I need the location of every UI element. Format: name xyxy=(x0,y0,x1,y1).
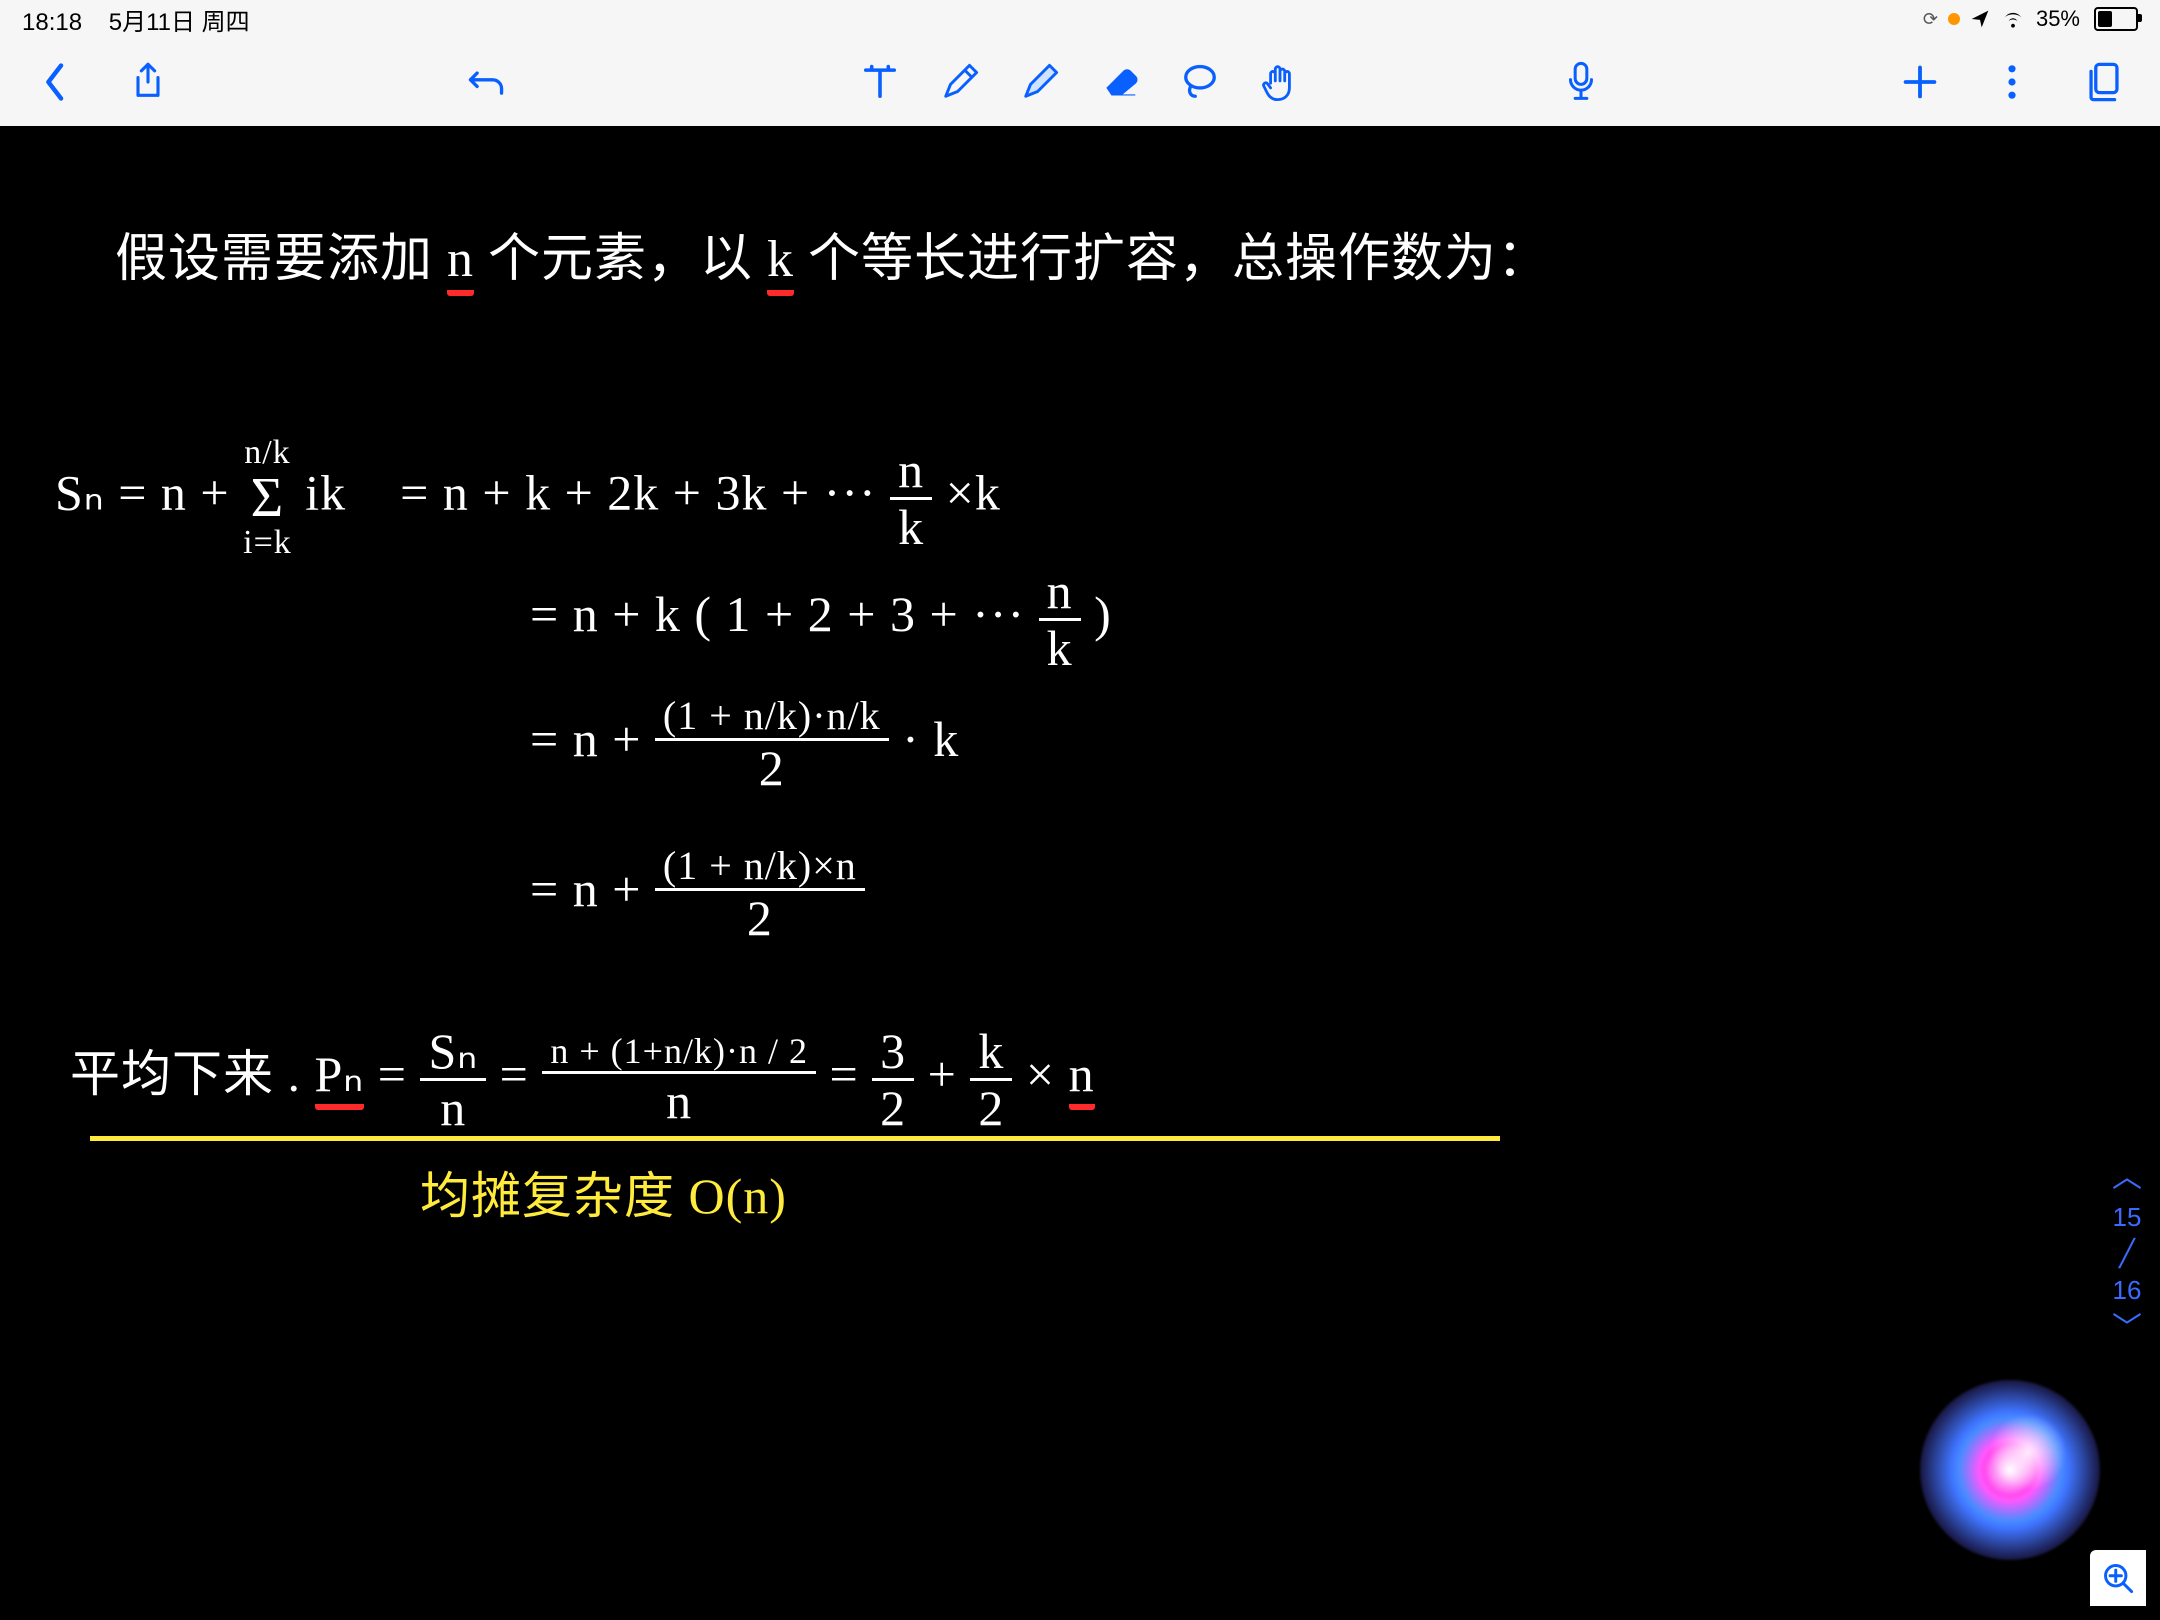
sync-icon: ⟳ xyxy=(1923,9,1938,30)
status-time: 18:18 xyxy=(22,9,82,36)
note-canvas[interactable]: 假设需要添加 n 个元素，以 k 个等长进行扩容，总操作数为： Sₙ = n +… xyxy=(0,126,2160,1620)
text: = n + k + 2k + 3k + ··· xyxy=(400,464,890,520)
zoom-button[interactable] xyxy=(2090,1550,2146,1606)
frac-num: 3 xyxy=(872,1026,914,1081)
text: = n + xyxy=(530,861,655,917)
frac-num: n xyxy=(1039,566,1081,621)
text: 假设需要添加 xyxy=(115,231,447,288)
text: ik xyxy=(305,464,346,520)
frac-num: k xyxy=(970,1026,1012,1081)
status-bar: 18:18 5月11日 周四 ⟳ 35% xyxy=(0,0,2160,38)
note-eq-1: Sₙ = n + n/k Σ i=k ik = n + k + 2k + 3k … xyxy=(55,436,1001,560)
page-indicator[interactable]: ︿ 15 ╱ 16 ﹀ xyxy=(2112,1157,2142,1350)
text: = xyxy=(829,1046,872,1102)
page-current: 15 xyxy=(2112,1199,2142,1235)
page-down-icon[interactable]: ﹀ xyxy=(2112,1308,2142,1350)
microphone-button[interactable] xyxy=(1555,56,1607,108)
frac-den: k xyxy=(1047,621,1073,673)
note-conclusion: 均摊复杂度 O(n) xyxy=(420,1156,787,1228)
status-date: 5月11日 周四 xyxy=(109,9,250,36)
pen-tool-button[interactable] xyxy=(934,56,986,108)
hand-tool-button[interactable] xyxy=(1254,56,1306,108)
text: ×k xyxy=(946,464,1001,520)
highlighter-tool-button[interactable] xyxy=(1014,56,1066,108)
add-button[interactable] xyxy=(1894,56,1946,108)
note-eq-4: = n + (1 + n/k)×n2 xyxy=(530,846,865,943)
frac-num: n xyxy=(890,445,932,500)
recording-dot-icon xyxy=(1948,13,1960,25)
note-eq-3: = n + (1 + n/k)·n/k2 · k xyxy=(530,696,959,793)
share-button[interactable] xyxy=(122,56,174,108)
frac-num: n + (1+n/k)·n / 2 xyxy=(542,1033,816,1074)
var-pn: Pₙ xyxy=(315,1046,365,1110)
page-divider: ╱ xyxy=(2112,1235,2142,1271)
text: · k xyxy=(902,711,959,767)
var-k: k xyxy=(767,231,794,296)
text: = n + xyxy=(530,711,655,767)
text-tool-button[interactable] xyxy=(854,56,906,108)
frac-den: k xyxy=(898,500,924,552)
text: ) xyxy=(1094,586,1112,642)
lasso-tool-button[interactable] xyxy=(1174,56,1226,108)
note-line-1: 假设需要添加 n 个元素，以 k 个等长进行扩容，总操作数为： xyxy=(115,216,1550,291)
page-total: 16 xyxy=(2112,1272,2142,1308)
battery-icon xyxy=(2090,7,2138,31)
text: = n + k ( 1 + 2 + 3 + ··· xyxy=(530,586,1039,642)
page-up-icon[interactable]: ︿ xyxy=(2112,1157,2142,1199)
frac-num: Sₙ xyxy=(420,1026,486,1081)
text: = xyxy=(500,1046,543,1102)
sigma-icon: Σ xyxy=(251,470,285,526)
more-button[interactable] xyxy=(1986,56,2038,108)
back-button[interactable] xyxy=(30,56,82,108)
siri-button[interactable] xyxy=(1920,1380,2100,1560)
note-eq-2: = n + k ( 1 + 2 + 3 + ··· nk ) xyxy=(530,566,1112,673)
frac-den: n xyxy=(440,1081,466,1133)
frac-den: n xyxy=(666,1074,692,1126)
location-icon xyxy=(1970,9,1990,29)
sigma-lower: i=k xyxy=(243,526,292,560)
eraser-tool-button[interactable] xyxy=(1094,56,1146,108)
frac-den: 2 xyxy=(747,891,773,943)
yellow-underline xyxy=(90,1136,1500,1141)
text: × xyxy=(1026,1046,1069,1102)
pages-button[interactable] xyxy=(2078,56,2130,108)
undo-button[interactable] xyxy=(460,56,512,108)
frac-den: 2 xyxy=(759,741,785,793)
status-right: ⟳ 35% xyxy=(1923,6,2138,32)
wifi-icon xyxy=(2000,9,2026,29)
note-avg-line: 平均下来 . Pₙ = Sₙn = n + (1+n/k)·n / 2n = 3… xyxy=(70,1026,1095,1133)
var-n: n xyxy=(1069,1046,1095,1110)
frac-num: (1 + n/k)×n xyxy=(655,846,865,891)
text: 平均下来 . xyxy=(70,1046,315,1102)
text: + xyxy=(928,1046,971,1102)
text: Sₙ = n + xyxy=(55,464,243,520)
var-n: n xyxy=(447,231,474,296)
text: 个等长进行扩容，总操作数为： xyxy=(808,231,1550,288)
app-toolbar xyxy=(0,38,2160,127)
battery-percent: 35% xyxy=(2036,6,2080,32)
frac-num: (1 + n/k)·n/k xyxy=(655,696,889,741)
text: = xyxy=(378,1046,421,1102)
frac-den: 2 xyxy=(880,1081,906,1133)
frac-den: 2 xyxy=(978,1081,1004,1133)
status-left: 18:18 5月11日 周四 xyxy=(22,2,250,37)
sigma-upper: n/k xyxy=(244,436,290,470)
text: 个元素，以 xyxy=(488,231,767,288)
